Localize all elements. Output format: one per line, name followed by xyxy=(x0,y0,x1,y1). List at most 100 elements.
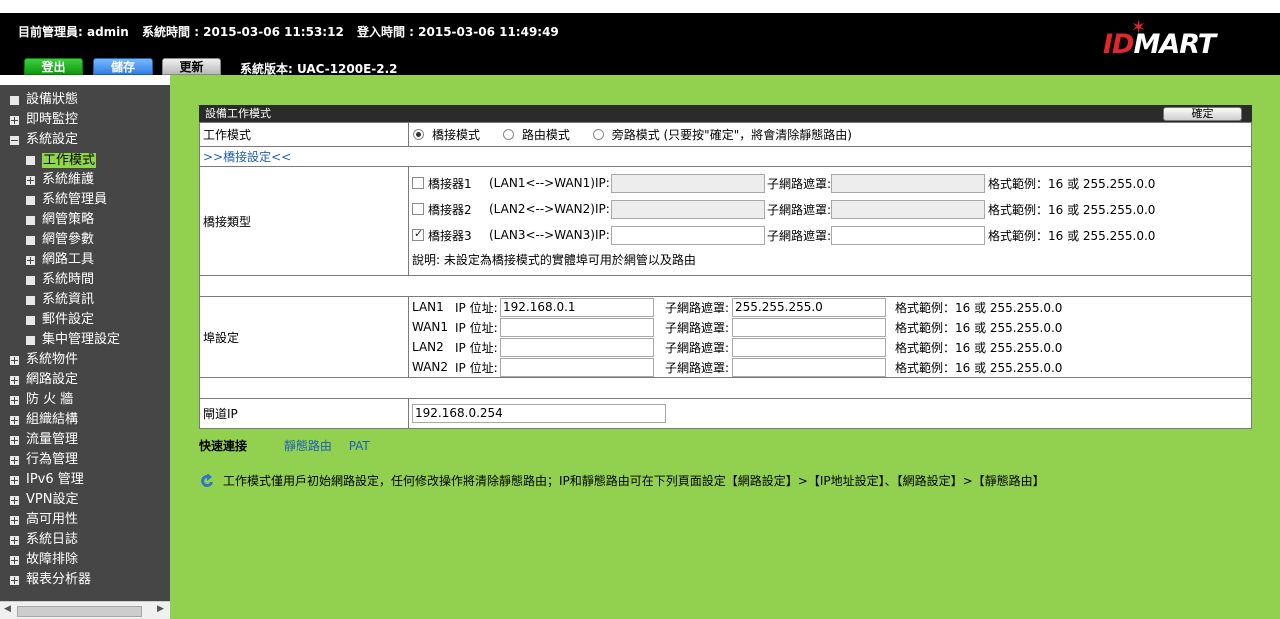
bridge-2-mask-input[interactable] xyxy=(831,199,985,219)
gateway-ip-input[interactable]: 192.168.0.254 xyxy=(412,404,666,423)
expand-icon[interactable] xyxy=(10,555,19,565)
port-lan2-ip-label: IP 位址: xyxy=(455,340,498,355)
sidebar-item-work-mode[interactable]: 工作模式 xyxy=(0,150,170,170)
static-route-link[interactable]: 靜態路由 xyxy=(284,439,332,453)
expand-icon[interactable] xyxy=(10,415,19,425)
info-arrow-icon xyxy=(201,473,213,487)
port-settings-row: 埠設定 LAN1 IP 位址: 192.168.0.1 子網路遮罩: 255.2… xyxy=(199,296,1252,378)
login-time: 登入時間 : 2015-03-06 11:49:49 xyxy=(357,25,559,39)
sidebar-item-central-management[interactable]: 集中管理設定 xyxy=(0,330,170,350)
sidebar-menu: 設備狀態 即時監控 系統設定 工作模式 系統維護 系統管理員 網管策略 網管參數… xyxy=(0,90,170,590)
logo-star-icon: ✶ xyxy=(1131,17,1146,38)
refresh-button[interactable]: 更新 xyxy=(162,58,221,75)
confirm-button[interactable]: 確定 xyxy=(1163,107,1242,121)
panel-title: 設備工作模式 xyxy=(205,107,271,120)
sidebar-item-ipv6[interactable]: IPv6 管理 xyxy=(0,470,170,490)
bridge-1-ip-input[interactable] xyxy=(611,173,765,193)
sidebar-item-traffic-management[interactable]: 流量管理 xyxy=(0,430,170,450)
square-icon xyxy=(26,195,35,205)
expand-icon[interactable] xyxy=(10,535,19,545)
bridge-3-ip-input[interactable] xyxy=(611,225,765,245)
sidebar-item-network-policy[interactable]: 網管策略 xyxy=(0,210,170,230)
port-lan2-ip-input[interactable] xyxy=(500,337,654,357)
square-icon xyxy=(26,315,35,325)
bridge-1-checkbox[interactable] xyxy=(412,177,424,189)
route-mode-radio[interactable] xyxy=(502,129,514,140)
sidebar-item-behavior-management[interactable]: 行為管理 xyxy=(0,450,170,470)
bridge-2-checkbox[interactable] xyxy=(412,203,424,215)
port-wan1-name: WAN1 xyxy=(412,320,449,334)
sidebar-item-mail-settings[interactable]: 郵件設定 xyxy=(0,310,170,330)
collapse-icon[interactable] xyxy=(10,135,19,145)
expand-icon[interactable] xyxy=(10,355,19,365)
square-icon xyxy=(26,235,35,245)
save-button[interactable]: 儲存 xyxy=(93,58,153,75)
sidebar-item-vpn[interactable]: VPN設定 xyxy=(0,490,170,510)
bridge-2-ports: (LAN2<-->WAN2) xyxy=(489,202,595,216)
sidebar-item-system-maintenance[interactable]: 系統維護 xyxy=(0,170,170,190)
bridge-1-row: 橋接器1 (LAN1<-->WAN1) IP: 子網路遮罩: 格式範例：16 或… xyxy=(412,170,1251,196)
sidebar-item-network-params[interactable]: 網管參數 xyxy=(0,230,170,250)
scrollbar-thumb[interactable] xyxy=(17,606,142,617)
sidebar-item-troubleshooting[interactable]: 故障排除 xyxy=(0,550,170,570)
port-wan1-mask-input[interactable] xyxy=(732,317,886,337)
bridge-2-ip-input[interactable] xyxy=(611,199,765,219)
spacer-row xyxy=(199,275,1252,297)
expand-icon[interactable] xyxy=(10,515,19,525)
port-lan2-name: LAN2 xyxy=(412,340,444,354)
sidebar-item-system-logs[interactable]: 系統日誌 xyxy=(0,530,170,550)
bridge-3-checkbox[interactable] xyxy=(412,227,424,241)
expand-icon[interactable] xyxy=(10,575,19,585)
square-icon xyxy=(10,95,19,105)
expand-icon[interactable] xyxy=(26,255,35,265)
port-lan1-ip-input[interactable]: 192.168.0.1 xyxy=(500,297,654,317)
scroll-left-icon[interactable]: ◀ xyxy=(4,604,11,614)
sidebar-item-system-info[interactable]: 系統資訊 xyxy=(0,290,170,310)
sidebar-item-system-objects[interactable]: 系統物件 xyxy=(0,350,170,370)
port-wan1-format-hint: 格式範例：16 或 255.255.0.0 xyxy=(895,320,1063,335)
logout-button[interactable]: 登出 xyxy=(24,58,83,75)
sidebar-item-high-availability[interactable]: 高可用性 xyxy=(0,510,170,530)
expand-icon[interactable] xyxy=(10,455,19,465)
scroll-right-icon[interactable]: ▶ xyxy=(157,604,164,614)
bridge-settings-link[interactable]: >>橋接設定<< xyxy=(203,150,291,164)
sidebar-item-system-time[interactable]: 系統時間 xyxy=(0,270,170,290)
port-wan1-mask-label: 子網路遮罩: xyxy=(665,320,730,335)
sidebar-item-organization[interactable]: 組織結構 xyxy=(0,410,170,430)
expand-icon[interactable] xyxy=(10,435,19,445)
work-mode-label: 工作模式 xyxy=(199,122,409,147)
expand-icon[interactable] xyxy=(10,375,19,385)
sidebar-item-network-tools[interactable]: 網路工具 xyxy=(0,250,170,270)
info-note: 工作模式僅用戶初始網路設定，任何修改操作將清除靜態路由；IP和靜態路由可在下列頁… xyxy=(199,472,1045,489)
port-wan1-ip-input[interactable] xyxy=(500,317,654,337)
sidebar-item-system-admin[interactable]: 系統管理員 xyxy=(0,190,170,210)
expand-icon[interactable] xyxy=(10,475,19,485)
sidebar-item-firewall[interactable]: 防 火 牆 xyxy=(0,390,170,410)
bypass-mode-radio[interactable] xyxy=(592,129,604,140)
port-wan2-format-hint: 格式範例：16 或 255.255.0.0 xyxy=(895,360,1063,375)
pat-link[interactable]: PAT xyxy=(349,439,370,453)
bridge-mode-radio[interactable] xyxy=(413,129,424,140)
port-lan2-format-hint: 格式範例：16 或 255.255.0.0 xyxy=(895,340,1063,355)
port-wan2-mask-input[interactable] xyxy=(732,357,886,377)
bridge-1-mask-input[interactable] xyxy=(831,173,985,193)
bridge-2-name: 橋接器2 xyxy=(428,202,472,217)
port-wan2-ip-input[interactable] xyxy=(500,357,654,377)
expand-icon[interactable] xyxy=(10,115,19,125)
sidebar-item-report-analyzer[interactable]: 報表分析器 xyxy=(0,570,170,590)
port-lan2-row: LAN2 IP 位址: 子網路遮罩: 格式範例：16 或 255.255.0.0 xyxy=(412,337,1251,357)
expand-icon[interactable] xyxy=(10,495,19,505)
port-lan2-mask-input[interactable] xyxy=(732,337,886,357)
sidebar-item-device-status[interactable]: 設備狀態 xyxy=(0,90,170,110)
bridge-3-format-hint: 格式範例：16 或 255.255.0.0 xyxy=(988,228,1156,243)
port-lan1-mask-input[interactable]: 255.255.255.0 xyxy=(732,297,886,317)
work-mode-options: 橋接模式 路由模式 旁路模式 (只要按"確定"，將會清除靜態路由) xyxy=(408,122,1252,147)
sidebar-item-system-settings[interactable]: 系統設定 xyxy=(0,130,170,150)
sidebar-horizontal-scrollbar[interactable]: ◀ ▶ xyxy=(0,601,170,619)
sidebar-item-network-settings[interactable]: 網路設定 xyxy=(0,370,170,390)
expand-icon[interactable] xyxy=(26,175,35,185)
quick-links: 快速連接 靜態路由 PAT xyxy=(199,437,383,454)
sidebar-item-realtime-monitor[interactable]: 即時監控 xyxy=(0,110,170,130)
bridge-3-mask-input[interactable] xyxy=(831,225,985,245)
expand-icon[interactable] xyxy=(10,395,19,405)
